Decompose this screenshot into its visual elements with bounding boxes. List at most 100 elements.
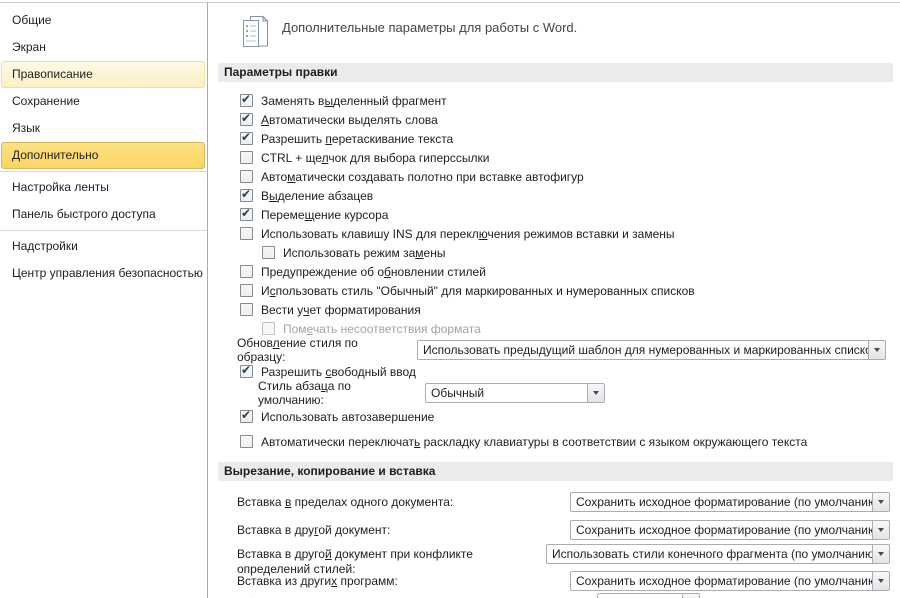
checkbox[interactable] — [240, 265, 253, 278]
sidebar-item-proofing[interactable]: Правописание — [1, 61, 205, 88]
dropdown-default-style[interactable]: Обычный — [425, 383, 605, 403]
page-title: Дополнительные параметры для работы с Wo… — [282, 20, 578, 35]
chevron-down-icon — [874, 348, 880, 352]
sidebar-item-general[interactable]: Общие — [1, 7, 205, 34]
checkbox[interactable] — [240, 408, 253, 423]
checkbox-row: Разрешить перетаскивание текста — [240, 129, 893, 148]
sidebar: Общие Экран Правописание Сохранение Язык Допо… — [0, 3, 208, 598]
dropdown-arrow-button[interactable] — [868, 341, 885, 359]
dropdown-paste-conflict[interactable]: Использовать стили конечного фрагмента (… — [546, 544, 890, 564]
dropdown-arrow-button[interactable] — [587, 384, 604, 402]
sidebar-item-add-ins[interactable]: Надстройки — [1, 233, 205, 260]
chevron-down-icon — [593, 391, 599, 395]
chevron-down-icon — [878, 528, 884, 532]
word-options-dialog: Общие Экран Правописание Сохранение Язык Допо… — [0, 0, 900, 598]
dialog-top-border — [0, 2, 900, 3]
checkbox-row: CTRL + щелчок для выбора гиперссылки — [240, 148, 893, 167]
combo-row-style-update: Обновление стиля по образцу: Использовать… — [237, 336, 893, 364]
checkbox-label: Использовать клавишу INS для переключени… — [261, 226, 675, 241]
sidebar-item-customize-ribbon[interactable]: Настройка ленты — [1, 174, 205, 201]
checkbox[interactable] — [240, 435, 253, 448]
checkbox-label: CTRL + щелчок для выбора гиперссылки — [261, 150, 490, 165]
section-rows: Вставка в пределах одного документа: Сохр… — [218, 491, 893, 598]
paste-label: Вставка из других программ: — [237, 574, 398, 588]
dropdown-paste-programs[interactable]: Сохранить исходное форматирование (по ум… — [570, 571, 890, 591]
dropdown-arrow-button[interactable] — [872, 521, 889, 539]
checkbox-label: Использовать автозавершение — [261, 409, 435, 424]
checkbox[interactable] — [240, 111, 253, 126]
checkbox-label: Использовать стиль "Обычный" для маркиро… — [261, 283, 695, 298]
dropdown-paste-other[interactable]: Сохранить исходное форматирование (по ум… — [570, 520, 890, 540]
sidebar-separator — [0, 230, 207, 231]
checkbox-row: Автоматически переключать раскладку клав… — [240, 432, 893, 451]
checkbox[interactable] — [240, 130, 253, 145]
chevron-down-icon — [878, 552, 884, 556]
dropdown-arrow-button[interactable] — [872, 545, 889, 563]
dropdown-style-update[interactable]: Использовать предыдущий шаблон для нумер… — [417, 340, 886, 360]
paste-row-paste-programs: Вставка из других программ: Сохранить исх… — [237, 570, 893, 592]
chevron-down-icon — [878, 579, 884, 583]
sidebar-item-advanced[interactable]: Дополнительно — [1, 142, 205, 169]
checkbox-row: Предупреждение об обновлении стилей — [240, 262, 893, 281]
checkbox[interactable] — [240, 363, 253, 378]
sidebar-item-language[interactable]: Язык — [1, 115, 205, 142]
paste-label: Вставка в другой документ: — [237, 523, 391, 537]
checkbox[interactable] — [240, 227, 253, 240]
paste-row-paste-other: Вставка в другой документ: Сохранить исхо… — [237, 519, 893, 543]
checkbox[interactable] — [240, 284, 253, 297]
checkbox-label: Автоматически создавать полотно при вста… — [261, 169, 584, 184]
dropdown-value: Использовать стили конечного фрагмента (… — [552, 547, 872, 561]
checkbox-label: Заменять выделенный фрагмент — [261, 93, 447, 108]
checkbox-row: Заменять выделенный фрагмент — [240, 91, 893, 110]
checkbox-row: Автоматически выделять слова — [240, 110, 893, 129]
checkbox-label: Помечать несоответствия формата — [283, 321, 481, 336]
chevron-down-icon — [878, 500, 884, 504]
checkbox-row: Использовать стиль "Обычный" для маркиро… — [240, 281, 893, 300]
checkbox[interactable] — [262, 246, 275, 259]
paste-label: Обтекание рисунков: — [237, 592, 355, 598]
dropdown-value: Сохранить исходное форматирование (по ум… — [576, 574, 872, 588]
dropdown-value: в тексте — [598, 594, 682, 598]
dropdown-arrow-button[interactable] — [872, 493, 889, 511]
checkbox[interactable] — [240, 303, 253, 316]
sidebar-item-display[interactable]: Экран — [1, 34, 205, 61]
dropdown-value: Сохранить исходное форматирование (по ум… — [576, 495, 872, 509]
checkbox[interactable] — [240, 206, 253, 221]
sidebar-item-trust-center[interactable]: Центр управления безопасностью — [1, 260, 205, 287]
checkbox-row: Использовать клавишу INS для переключени… — [240, 224, 893, 243]
dropdown-arrow-button[interactable] — [872, 572, 889, 590]
dropdown-value: Использовать предыдущий шаблон для нумер… — [423, 343, 868, 357]
paste-label: Вставка в пределах одного документа: — [237, 495, 454, 509]
checkbox[interactable] — [240, 187, 253, 202]
options-panel: Дополнительные параметры для работы с Wo… — [208, 3, 900, 598]
checkbox-label: Выделение абзацев — [261, 188, 374, 203]
checkbox-label: Использовать режим замены — [283, 245, 446, 260]
section-header: Параметры правки — [218, 63, 893, 82]
section-header: Вырезание, копирование и вставка — [218, 462, 893, 481]
checkbox[interactable] — [240, 170, 253, 183]
dropdown-picture-wrap[interactable]: в тексте — [597, 593, 700, 598]
sidebar-item-save[interactable]: Сохранение — [1, 88, 205, 115]
dropdown-value: Сохранить исходное форматирование (по ум… — [576, 523, 872, 537]
checkbox-label: Предупреждение об обновлении стилей — [261, 264, 486, 279]
paste-row-paste-conflict: Вставка в другой документ при конфликте … — [237, 543, 893, 576]
section-rows: Заменять выделенный фрагмент Автоматическ… — [218, 91, 893, 451]
checkbox-label: Автоматически выделять слова — [261, 112, 438, 127]
checkbox-row: Использовать режим замены — [262, 243, 893, 262]
checkbox-label: Перемещение курсора — [261, 207, 389, 222]
checkbox-label: Автоматически переключать раскладку клав… — [261, 434, 808, 449]
dropdown-value: Обычный — [431, 386, 485, 400]
checkbox-label: Вести учет форматирования — [261, 302, 421, 317]
dropdown-arrow-button[interactable] — [682, 594, 699, 598]
checkbox-row: Автоматически создавать полотно при вста… — [240, 167, 893, 186]
checkbox-label: Разрешить перетаскивание текста — [261, 131, 454, 146]
combo-row-default-style: Стиль абзаца по умолчанию: Обычный — [258, 379, 893, 407]
paste-row-picture-wrap: Обтекание рисунков: в тексте — [237, 592, 893, 598]
sidebar-item-quick-access-toolbar[interactable]: Панель быстрого доступа — [1, 201, 205, 228]
checkbox[interactable] — [240, 151, 253, 164]
dropdown-paste-same[interactable]: Сохранить исходное форматирование (по ум… — [570, 492, 890, 512]
checkbox — [262, 322, 275, 335]
checkbox-row: Перемещение курсора — [240, 205, 893, 224]
checkbox[interactable] — [240, 92, 253, 107]
checkbox-row: Вести учет форматирования — [240, 300, 893, 319]
